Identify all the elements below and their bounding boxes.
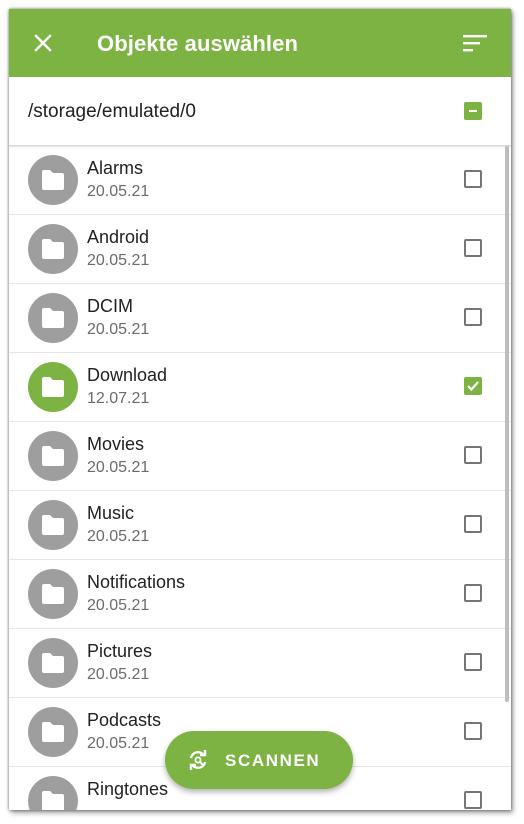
folder-avatar <box>28 707 78 757</box>
folder-date: 12.07.21 <box>87 390 150 407</box>
item-checkbox[interactable] <box>464 377 482 395</box>
folder-icon <box>42 653 64 673</box>
folder-avatar <box>28 155 78 205</box>
list-item[interactable]: DCIM 20.05.21 <box>9 284 511 353</box>
folder-icon <box>42 791 64 810</box>
list-item[interactable]: Pictures 20.05.21 <box>9 629 511 698</box>
scrollbar[interactable] <box>505 146 509 702</box>
folder-icon <box>42 308 64 328</box>
folder-name: Notifications <box>87 572 186 592</box>
folder-date: 20.05.21 <box>87 459 150 476</box>
folder-date: 20.05.21 <box>87 666 150 683</box>
item-checkbox[interactable] <box>464 446 482 464</box>
scan-button[interactable]: SCANNEN <box>165 731 353 789</box>
folder-name: Ringtones <box>87 779 169 799</box>
item-checkbox[interactable] <box>464 722 482 740</box>
folder-icon <box>42 515 64 535</box>
item-checkbox[interactable] <box>464 791 482 809</box>
item-checkbox[interactable] <box>464 239 482 257</box>
list-item[interactable]: Notifications 20.05.21 <box>9 560 511 629</box>
folder-avatar <box>28 431 78 481</box>
folder-icon <box>42 584 64 604</box>
item-checkbox[interactable] <box>464 170 482 188</box>
list-item[interactable]: Music 20.05.21 <box>9 491 511 560</box>
path-header: /storage/emulated/0 <box>9 77 511 146</box>
folder-date: 20.05.21 <box>87 528 150 545</box>
folder-name: Podcasts <box>87 710 162 730</box>
select-all-checkbox[interactable] <box>464 102 482 120</box>
item-checkbox[interactable] <box>464 653 482 671</box>
folder-avatar <box>28 638 78 688</box>
item-checkbox[interactable] <box>464 515 482 533</box>
list-item[interactable]: Alarms 20.05.21 <box>9 146 511 215</box>
folder-list: Alarms 20.05.21 Android 20.05.21 DCIM 20.05.2… <box>9 146 511 810</box>
folder-avatar <box>28 293 78 343</box>
folder-date: 20.05.21 <box>87 321 150 338</box>
folder-name: Android <box>87 227 150 247</box>
item-checkbox[interactable] <box>464 584 482 602</box>
folder-avatar <box>28 569 78 619</box>
item-checkbox[interactable] <box>464 308 482 326</box>
close-icon[interactable] <box>33 33 53 53</box>
folder-icon <box>42 722 64 742</box>
folder-avatar <box>28 500 78 550</box>
folder-name: Alarms <box>87 158 144 178</box>
folder-name: Download <box>87 365 168 385</box>
folder-icon <box>42 170 64 190</box>
current-path: /storage/emulated/0 <box>28 101 196 122</box>
folder-date: 20.05.21 <box>87 252 150 269</box>
folder-icon <box>42 239 64 259</box>
scan-refresh-icon <box>189 750 207 770</box>
scan-button-label: SCANNEN <box>225 751 321 770</box>
app-window: Objekte auswählen /storage/emulated/0 Al… <box>9 9 511 810</box>
folder-name: Music <box>87 503 135 523</box>
folder-avatar <box>28 224 78 274</box>
folder-name: Movies <box>87 434 145 454</box>
page-title: Objekte auswählen <box>97 31 298 56</box>
folder-date: 20.05.21 <box>87 735 150 752</box>
folder-date: 20.05.21 <box>87 597 150 614</box>
list-item[interactable]: Movies 20.05.21 <box>9 422 511 491</box>
app-bar: Objekte auswählen <box>9 9 511 77</box>
folder-date: 20.05.21 <box>87 183 150 200</box>
folder-name: Pictures <box>87 641 153 661</box>
folder-name: DCIM <box>87 296 133 316</box>
list-item[interactable]: Android 20.05.21 <box>9 215 511 284</box>
folder-avatar <box>28 776 78 810</box>
list-item[interactable]: Download 12.07.21 <box>9 353 511 422</box>
sort-icon[interactable] <box>463 34 487 52</box>
folder-icon <box>42 446 64 466</box>
folder-avatar <box>28 362 78 412</box>
folder-icon <box>42 377 64 397</box>
